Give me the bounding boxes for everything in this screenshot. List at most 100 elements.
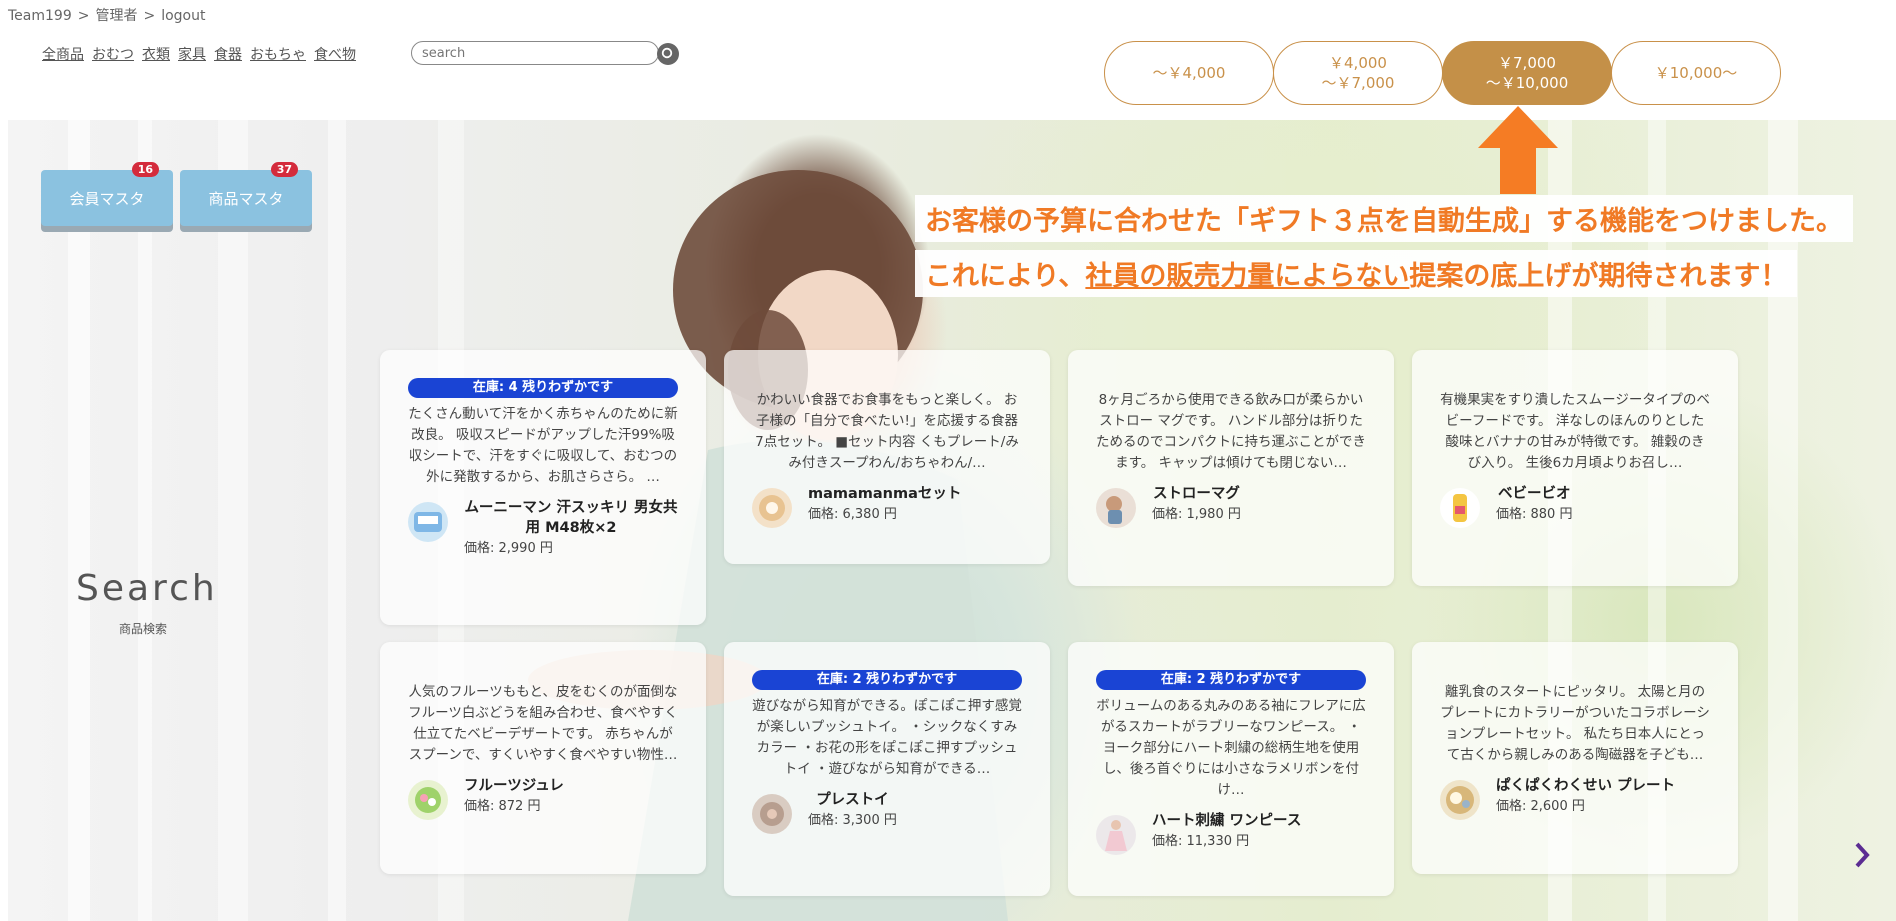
- price-range-label: ～￥4,000: [1152, 64, 1226, 82]
- search-input[interactable]: [411, 41, 659, 65]
- annotation-text: これにより、: [925, 261, 1086, 292]
- product-card[interactable]: 離乳食のスタートにピッタリ。 太陽と月のプレートにカトラリーがついたコラボレーシ…: [1412, 642, 1738, 874]
- product-card[interactable]: 在庫: 2 残りわずかです ボリュームのある丸みのある袖にフレアに広がるスカート…: [1068, 642, 1394, 896]
- product-thumbnail: [408, 780, 448, 820]
- category-furniture[interactable]: 家具: [178, 44, 206, 64]
- product-info: プレストイ 価格: 3,300 円: [752, 790, 1022, 834]
- product-description: 離乳食のスタートにピッタリ。 太陽と月のプレートにカトラリーがついたコラボレーシ…: [1440, 684, 1710, 763]
- product-thumbnail: [752, 488, 792, 528]
- product-card[interactable]: かわいい食器でお食事をもっと楽しく。 お子様の「自分で食べたい!」を応援する食器…: [724, 350, 1050, 564]
- straw-mug-icon: [1106, 496, 1122, 524]
- product-count-badge: 37: [270, 162, 298, 177]
- product-thumbnail: [1096, 815, 1136, 855]
- product-thumbnail: [1440, 780, 1480, 820]
- product-card[interactable]: 有機果実をすり潰したスムージータイプのベビーフードです。 洋なしのほんのりとした…: [1412, 350, 1738, 586]
- search-bar: [411, 41, 679, 65]
- stock-badge: 在庫: 2 残りわずかです: [1096, 670, 1366, 690]
- price-range-7000-10000[interactable]: ￥7,000 ～￥10,000: [1442, 41, 1612, 105]
- stock-badge: 在庫: 2 残りわずかです: [752, 670, 1022, 690]
- product-description: 人気のフルーツももと、皮をむくのが面倒なフルーツ白ぶどうを組み合わせ、食べやすく…: [408, 684, 678, 763]
- product-price: 価格: 3,300 円: [808, 813, 897, 828]
- member-master-button[interactable]: 会員マスタ 16: [41, 162, 173, 226]
- product-info: ハート刺繍 ワンピース 価格: 11,330 円: [1096, 811, 1366, 855]
- price-range-under-4000[interactable]: ～￥4,000: [1104, 41, 1274, 105]
- category-tableware[interactable]: 食器: [214, 44, 242, 64]
- product-price: 価格: 6,380 円: [808, 507, 897, 522]
- price-range-label: ￥4,000: [1329, 54, 1387, 72]
- member-count-badge: 16: [131, 162, 159, 177]
- product-card[interactable]: 人気のフルーツももと、皮をむくのが面倒なフルーツ白ぶどうを組み合わせ、食べやすく…: [380, 642, 706, 874]
- product-card[interactable]: 在庫: 2 残りわずかです 遊びながら知育ができる。ぽこぽこ押す感覚が楽しいプッ…: [724, 642, 1050, 896]
- product-info: フルーツジュレ 価格: 872 円: [408, 776, 678, 820]
- member-master-label: 会員マスタ: [69, 189, 145, 208]
- category-nav: 全商品 おむつ 衣類 家具 食器 おもちゃ 食べ物: [42, 44, 356, 64]
- product-thumbnail: [1440, 488, 1480, 528]
- stock-badge: 在庫: 4 残りわずかです: [408, 378, 678, 398]
- annotation-text: お客様の予算に合わせた「ギフト３点を自動生成」する機能をつけました。: [925, 206, 1843, 237]
- price-range-label: ￥10,000～: [1654, 64, 1738, 82]
- product-price: 価格: 872 円: [464, 799, 541, 814]
- product-price: 価格: 2,600 円: [1496, 799, 1585, 814]
- product-name: ハート刺繍 ワンピース: [1152, 813, 1302, 829]
- side-search-subtitle: 商品検索: [119, 622, 168, 636]
- product-info: ベビービオ 価格: 880 円: [1440, 484, 1710, 528]
- arrow-up-icon: [1478, 106, 1558, 194]
- team-link[interactable]: Team199: [8, 8, 72, 24]
- product-name: mamamanmaセット: [808, 486, 962, 502]
- fruit-jelly-icon: [415, 787, 441, 813]
- product-name: ムーニーマン 汗スッキリ 男女共用 M48枚×2: [464, 500, 678, 536]
- product-price: 価格: 11,330 円: [1152, 834, 1250, 849]
- product-description: ボリュームのある丸みのある袖にフレアに広がるスカートがラブリーなワンピース。 ・…: [1096, 698, 1366, 798]
- search-button[interactable]: [657, 43, 679, 65]
- product-description: かわいい食器でお食事をもっと楽しく。 お子様の「自分で食べたい!」を応援する食器…: [755, 392, 1019, 471]
- side-search-title: Search: [76, 568, 218, 609]
- category-food[interactable]: 食べ物: [314, 44, 356, 64]
- product-info: ストローマグ 価格: 1,980 円: [1096, 484, 1366, 528]
- category-toys[interactable]: おもちゃ: [250, 44, 306, 64]
- product-info: mamamanmaセット 価格: 6,380 円: [752, 484, 1022, 528]
- product-thumbnail: [752, 794, 792, 834]
- category-clothing[interactable]: 衣類: [142, 44, 170, 64]
- product-name: フルーツジュレ: [464, 778, 564, 794]
- product-master-button[interactable]: 商品マスタ 37: [180, 162, 312, 226]
- chevron-right-icon[interactable]: [1852, 840, 1872, 870]
- price-range-over-10000[interactable]: ￥10,000～: [1611, 41, 1781, 105]
- product-price: 価格: 880 円: [1496, 507, 1573, 522]
- product-name: ストローマグ: [1152, 486, 1240, 502]
- annotation-line-2: これにより、社員の販売力量によらない提案の底上げが期待されます！: [915, 250, 1798, 297]
- breadcrumb-separator: >: [143, 8, 156, 24]
- product-info: ぱくぱくわくせい プレート 価格: 2,600 円: [1440, 776, 1710, 820]
- push-toy-icon: [760, 802, 784, 826]
- dress-icon: [1105, 820, 1127, 851]
- product-card[interactable]: 在庫: 4 残りわずかです たくさん動いて汗をかく赤ちゃんのために新改良。 吸収…: [380, 350, 706, 625]
- price-range-label: ～￥7,000: [1321, 74, 1395, 92]
- plate-icon: [1446, 786, 1474, 814]
- breadcrumb: Team199 > 管理者 > logout: [8, 5, 205, 25]
- price-range-label: ￥7,000: [1498, 54, 1556, 72]
- breadcrumb-separator: >: [77, 8, 90, 24]
- admin-link[interactable]: 管理者: [95, 8, 137, 24]
- search-icon: [661, 47, 673, 59]
- product-name: プレストイ: [816, 792, 889, 808]
- product-name: ベビービオ: [1497, 486, 1571, 502]
- annotation-text: 提案の底上げが期待されます！: [1409, 261, 1788, 292]
- tableware-icon: [759, 495, 785, 521]
- product-thumbnail: [408, 502, 448, 542]
- product-name: ぱくぱくわくせい プレート: [1496, 778, 1676, 794]
- product-thumbnail: [1096, 488, 1136, 528]
- logout-link[interactable]: logout: [161, 8, 205, 24]
- annotation-underlined-text: 社員の販売力量によらない: [1085, 261, 1410, 292]
- diaper-package-icon: [414, 512, 442, 532]
- product-description: 8ヶ月ごろから使用できる飲み口が柔らかいストロー マグです。 ハンドル部分は折り…: [1096, 392, 1366, 471]
- product-description: 遊びながら知育ができる。ぽこぽこ押す感覚が楽しいプッシュトイ。 ・シックなくすみ…: [752, 698, 1022, 777]
- product-description: たくさん動いて汗をかく赤ちゃんのために新改良。 吸収スピードがアップした汗99%…: [408, 406, 678, 485]
- price-range-4000-7000[interactable]: ￥4,000 ～￥7,000: [1273, 41, 1443, 105]
- product-price: 価格: 1,980 円: [1152, 507, 1241, 522]
- annotation-line-1: お客様の予算に合わせた「ギフト３点を自動生成」する機能をつけました。: [915, 195, 1853, 242]
- product-info: ムーニーマン 汗スッキリ 男女共用 M48枚×2 価格: 2,990 円: [408, 498, 678, 560]
- price-range-label: ～￥10,000: [1485, 74, 1569, 92]
- baby-food-pouch-icon: [1453, 494, 1467, 522]
- product-card[interactable]: 8ヶ月ごろから使用できる飲み口が柔らかいストロー マグです。 ハンドル部分は折り…: [1068, 350, 1394, 586]
- category-all[interactable]: 全商品: [42, 44, 84, 64]
- category-diapers[interactable]: おむつ: [92, 44, 134, 64]
